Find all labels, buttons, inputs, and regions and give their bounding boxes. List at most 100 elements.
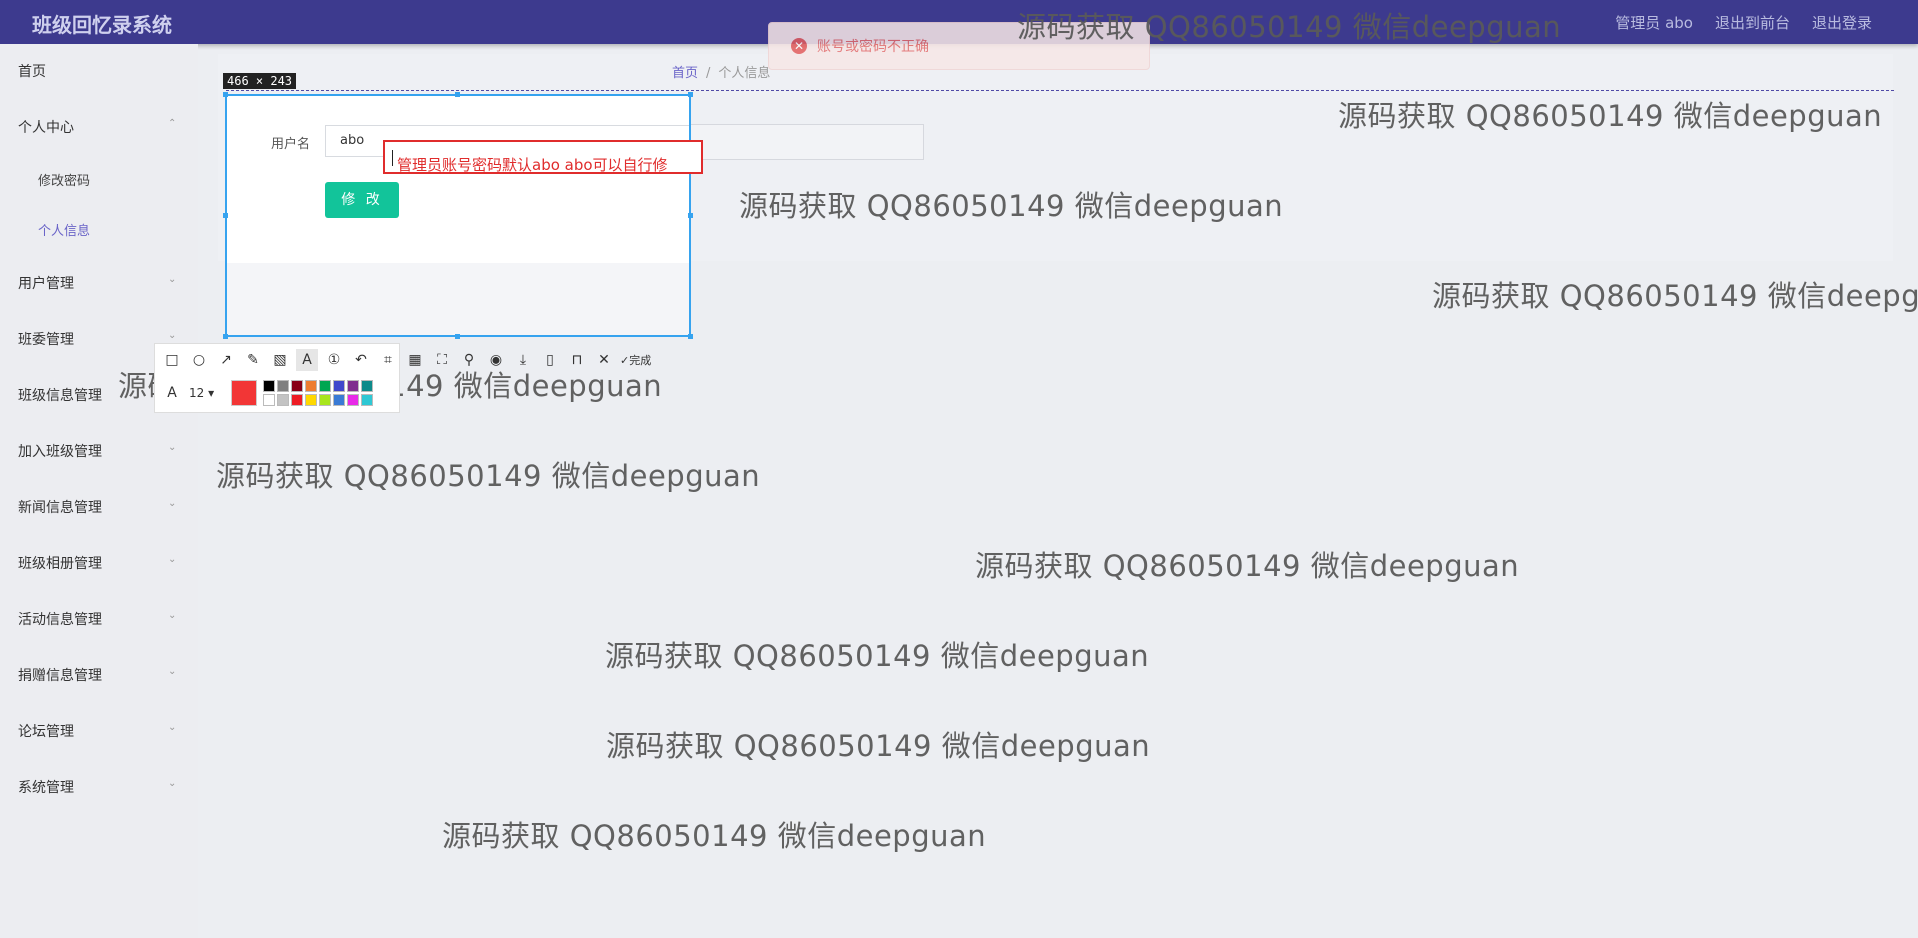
close-icon[interactable]: ✕ (593, 349, 615, 371)
sidebar: 首页 个人中心⌃ 修改密码 个人信息 用户管理⌄ 班委管理⌄ 班级信息管理⌄ 加… (0, 44, 198, 938)
expand-icon[interactable]: ⛶ (431, 349, 453, 371)
watermark-text: 源码获取 QQ86050149 微信deepguan (739, 189, 1284, 223)
sidebar-item-committee[interactable]: 班委管理 ⌄ (18, 329, 176, 349)
breadcrumb-current: 个人信息 (718, 66, 771, 81)
color-swatch[interactable] (277, 394, 289, 406)
color-swatch[interactable] (333, 394, 345, 406)
app-title: 班级回忆录系统 (32, 13, 172, 37)
font-size-value: 12 (189, 386, 205, 400)
color-swatch[interactable] (305, 380, 317, 392)
breadcrumb-separator: / (706, 66, 711, 81)
sidebar-item-join-class[interactable]: 加入班级管理 ⌄ (18, 441, 176, 461)
annotation-text-content: 管理员账号密码默认abo abo可以自行修 (397, 156, 668, 174)
download-icon[interactable]: ⤓ (512, 349, 534, 371)
sidebar-item-label: 活动信息管理 (18, 612, 102, 628)
bookmark-icon[interactable]: ⊓ (566, 349, 588, 371)
phone-icon[interactable]: ▯ (539, 349, 561, 371)
sidebar-item-news[interactable]: 新闻信息管理 ⌄ (18, 497, 176, 517)
watermark-text: 源码获取 QQ86050149 微信deepguan (1017, 10, 1562, 44)
header-links: 管理员 abo 退出到前台 退出登录 (1615, 12, 1872, 33)
record-icon[interactable]: ◉ (485, 349, 507, 371)
color-swatch[interactable] (361, 394, 373, 406)
sidebar-item-users[interactable]: 用户管理 ⌄ (18, 273, 176, 293)
color-swatch[interactable] (361, 380, 373, 392)
color-swatch[interactable] (291, 380, 303, 392)
breadcrumb: 首页 / 个人信息 (672, 62, 770, 81)
sidebar-item-activity[interactable]: 活动信息管理 ⌄ (18, 609, 176, 629)
toolbar-text-options: A 12 ▾ (161, 378, 373, 408)
sidebar-item-label: 用户管理 (18, 276, 74, 292)
font-icon: A (167, 385, 177, 401)
pin-icon[interactable]: ⚲ (458, 349, 480, 371)
color-swatch[interactable] (305, 394, 317, 406)
chevron-down-icon: ⌄ (168, 274, 177, 285)
text-icon[interactable]: A (296, 349, 318, 371)
sidebar-item-personal-center[interactable]: 个人中心 ⌃ (18, 117, 176, 137)
chevron-down-icon: ⌄ (168, 610, 177, 621)
sidebar-item-album[interactable]: 班级相册管理 ⌄ (18, 553, 176, 573)
color-swatch[interactable] (347, 394, 359, 406)
font-size-select[interactable]: 12 ▾ (189, 386, 219, 400)
resize-handle[interactable] (688, 334, 693, 339)
sidebar-item-system[interactable]: 系统管理 ⌄ (18, 777, 176, 797)
sidebar-item-label: 个人中心 (18, 120, 74, 136)
sidebar-item-forum[interactable]: 论坛管理 ⌄ (18, 721, 176, 741)
logout-link[interactable]: 退出登录 (1812, 12, 1872, 33)
resize-handle[interactable] (223, 334, 228, 339)
crop-icon[interactable]: ⌗ (377, 349, 399, 371)
watermark-text: 源码获取 QQ86050149 微信deepguan (975, 549, 1520, 583)
current-color-swatch[interactable] (231, 380, 257, 406)
color-swatch[interactable] (263, 394, 275, 406)
done-button[interactable]: ✓ 完成 (620, 352, 651, 368)
resize-handle[interactable] (223, 213, 228, 218)
color-swatch[interactable] (333, 380, 345, 392)
capture-selection[interactable]: 用户名 abo 修 改 (225, 94, 691, 337)
color-swatch[interactable] (319, 380, 331, 392)
save-button[interactable]: 修 改 (325, 182, 399, 218)
chevron-down-icon: ⌄ (168, 778, 177, 789)
watermark-text: 源码获取 QQ86050149 微信deepguan (1338, 99, 1883, 133)
resize-handle[interactable] (223, 92, 228, 97)
color-swatch[interactable] (347, 380, 359, 392)
color-palette (263, 380, 373, 406)
mosaic-icon[interactable]: ▧ (269, 349, 291, 371)
text-annotation-box[interactable]: 管理员账号密码默认abo abo可以自行修 (383, 140, 703, 174)
sidebar-item-class-info[interactable]: 班级信息管理⌄ (18, 385, 176, 405)
rectangle-icon[interactable]: □ (161, 349, 183, 371)
sidebar-subitem-label: 个人信息 (38, 224, 91, 239)
check-icon: ✓ (620, 353, 630, 367)
sidebar-item-home[interactable]: 首页 (18, 61, 46, 81)
resize-handle[interactable] (455, 92, 460, 97)
annotation-text: 管理员账号密码默认abo abo可以自行修 (391, 148, 668, 174)
number-marker-icon[interactable]: ① (323, 349, 345, 371)
admin-name: 管理员 abo (1615, 14, 1693, 32)
sidebar-item-label: 新闻信息管理 (18, 500, 102, 516)
ellipse-icon[interactable]: ○ (188, 349, 210, 371)
done-label: 完成 (629, 354, 652, 367)
sidebar-item-label: 班级信息管理 (18, 388, 102, 404)
sidebar-item-label: 论坛管理 (18, 724, 74, 740)
breadcrumb-home[interactable]: 首页 (672, 66, 698, 81)
arrow-icon[interactable]: ↗ (215, 349, 237, 371)
sidebar-item-label: 系统管理 (18, 780, 74, 796)
sidebar-item-donation[interactable]: 捐赠信息管理 ⌄ (18, 665, 176, 685)
sidebar-subitem-change-password[interactable]: 修改密码 (38, 170, 90, 189)
sidebar-subitem-personal-info[interactable]: 个人信息 (38, 220, 90, 239)
resize-handle[interactable] (688, 213, 693, 218)
to-front-link[interactable]: 退出到前台 (1715, 12, 1790, 33)
watermark-text: 源码获取 QQ86050149 微信deepguan (216, 459, 761, 493)
color-swatch[interactable] (277, 380, 289, 392)
watermark-text: 源码获取 QQ86050149 微信deepguan (606, 729, 1151, 763)
undo-icon[interactable]: ↶ (350, 349, 372, 371)
capture-toolbar: □ ○ ↗ ✎ ▧ A ① ↶ ⌗ ▦ ⛶ ⚲ ◉ ⤓ ▯ ⊓ ✕ ✓ 完成 A … (154, 343, 651, 413)
resize-handle[interactable] (455, 334, 460, 339)
ocr-icon[interactable]: ▦ (404, 349, 426, 371)
chevron-down-icon: ⌄ (168, 330, 177, 341)
resize-handle[interactable] (688, 92, 693, 97)
color-swatch[interactable] (319, 394, 331, 406)
sidebar-item-label: 捐赠信息管理 (18, 668, 102, 684)
pencil-icon[interactable]: ✎ (242, 349, 264, 371)
color-swatch[interactable] (263, 380, 275, 392)
background-input (686, 124, 924, 160)
color-swatch[interactable] (291, 394, 303, 406)
